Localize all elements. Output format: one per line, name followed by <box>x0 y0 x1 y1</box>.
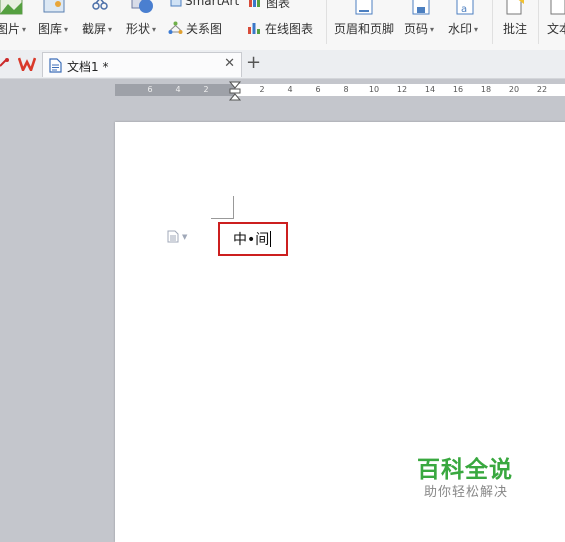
chevron-down-icon: ▼ <box>182 233 188 241</box>
ruler-tick-label: 16 <box>452 85 464 94</box>
ruler-tick-label: 6 <box>147 85 153 94</box>
smartart-label[interactable]: SmartArt <box>185 0 239 8</box>
paragraph-layout-icon[interactable]: ▼ <box>167 230 187 244</box>
horizontal-ruler[interactable]: 6 4 2 2 4 6 8 10 12 14 16 18 20 22 <box>115 84 565 96</box>
screenshot-icon[interactable] <box>88 0 112 18</box>
shapes-label: 形状 <box>126 22 151 36</box>
picture-label: 图片 <box>0 22 21 36</box>
ruler-tick-label: 12 <box>396 85 408 94</box>
shapes-icon[interactable] <box>130 0 156 18</box>
screenshot-button[interactable]: 截屏 ▾ <box>82 20 112 37</box>
textbox-button[interactable]: 文本 <box>547 20 565 37</box>
watermark-logo-title: 百科全说 <box>417 457 513 483</box>
gallery-button[interactable]: 图库 ▾ <box>38 20 68 37</box>
online-chart-icon <box>248 23 260 34</box>
ribbon-toolbar: SmartArt 图表 图片▾ 图库▾ 截屏▾ 形状▾ 关系图 在线图表 页眉和… <box>0 0 565 51</box>
chevron-down-icon: ▾ <box>474 25 479 34</box>
page-number-icon[interactable] <box>410 0 432 18</box>
margin-corner-mark <box>211 196 234 219</box>
textbox-icon[interactable] <box>550 0 565 18</box>
chevron-down-icon: ▾ <box>108 25 113 34</box>
new-tab-button[interactable]: + <box>246 52 261 73</box>
watermark-button[interactable]: 水印 ▾ <box>448 20 478 37</box>
ruler-area: 6 4 2 2 4 6 8 10 12 14 16 18 20 22 <box>0 79 565 101</box>
picture-icon[interactable] <box>0 0 24 18</box>
ribbon-divider <box>492 0 493 44</box>
online-chart-label: 在线图表 <box>265 22 314 36</box>
page-number-button[interactable]: 页码 ▾ <box>404 20 434 37</box>
ruler-tick-label: 22 <box>536 85 548 94</box>
document-page[interactable]: ▼ 中•间 百科全说 助你轻松解决 <box>115 122 565 542</box>
watermark-icon[interactable]: a <box>454 0 476 18</box>
pin-icon[interactable] <box>0 58 10 68</box>
ruler-tick-label: 18 <box>480 85 492 94</box>
relations-icon <box>168 21 183 34</box>
ruler-tick-label: 8 <box>343 85 349 94</box>
tab-title: 文档1 * <box>67 60 109 74</box>
comment-icon[interactable] <box>504 0 526 18</box>
text-cursor <box>270 231 272 247</box>
header-footer-button[interactable]: 页眉和页脚 <box>334 20 394 37</box>
page-number-label: 页码 <box>404 22 429 36</box>
gallery-label: 图库 <box>38 22 63 36</box>
ruler-tick-label: 4 <box>287 85 293 94</box>
document-text-content: 中•间 <box>233 232 270 248</box>
watermark-label: 水印 <box>448 22 473 36</box>
ruler-tick-label: 4 <box>175 85 181 94</box>
chevron-down-icon: ▾ <box>430 25 435 34</box>
ruler-tick-label: 6 <box>315 85 321 94</box>
chevron-down-icon: ▾ <box>22 25 27 34</box>
relations-button[interactable]: 关系图 <box>168 20 222 37</box>
chevron-down-icon: ▾ <box>152 25 157 34</box>
chart-label[interactable]: 图表 <box>266 0 290 11</box>
picture-button[interactable]: 图片▾ <box>0 20 26 37</box>
gallery-icon[interactable] <box>42 0 66 18</box>
comment-button[interactable]: 批注 <box>503 20 527 37</box>
indent-marker-icon[interactable] <box>229 81 241 101</box>
chart-icon[interactable] <box>248 0 262 8</box>
shapes-button[interactable]: 形状 ▾ <box>126 20 156 37</box>
watermark-logo-subtitle: 助你轻松解决 <box>424 485 509 500</box>
ruler-tick-label: 2 <box>203 85 209 94</box>
close-icon[interactable]: ✕ <box>224 56 235 71</box>
svg-text:a: a <box>461 4 467 15</box>
relations-label: 关系图 <box>186 22 223 36</box>
online-chart-button[interactable]: 在线图表 <box>247 20 313 37</box>
document-text[interactable]: 中•间 <box>233 229 272 249</box>
ribbon-divider <box>538 0 539 44</box>
header-footer-icon[interactable] <box>353 0 375 18</box>
document-tab-bar: 文档1 * ✕ + <box>0 50 565 79</box>
screenshot-label: 截屏 <box>82 22 107 36</box>
ribbon-divider <box>326 0 327 44</box>
smartart-icon[interactable] <box>170 0 182 8</box>
document-icon <box>49 58 62 73</box>
ruler-tick-label: 10 <box>368 85 380 94</box>
chevron-down-icon: ▾ <box>64 25 69 34</box>
wps-logo-icon[interactable] <box>18 57 36 71</box>
ruler-tick-label: 20 <box>508 85 520 94</box>
ruler-tick-label: 14 <box>424 85 436 94</box>
ruler-tick-label: 2 <box>259 85 265 94</box>
tab-document1[interactable]: 文档1 * ✕ <box>42 52 242 77</box>
